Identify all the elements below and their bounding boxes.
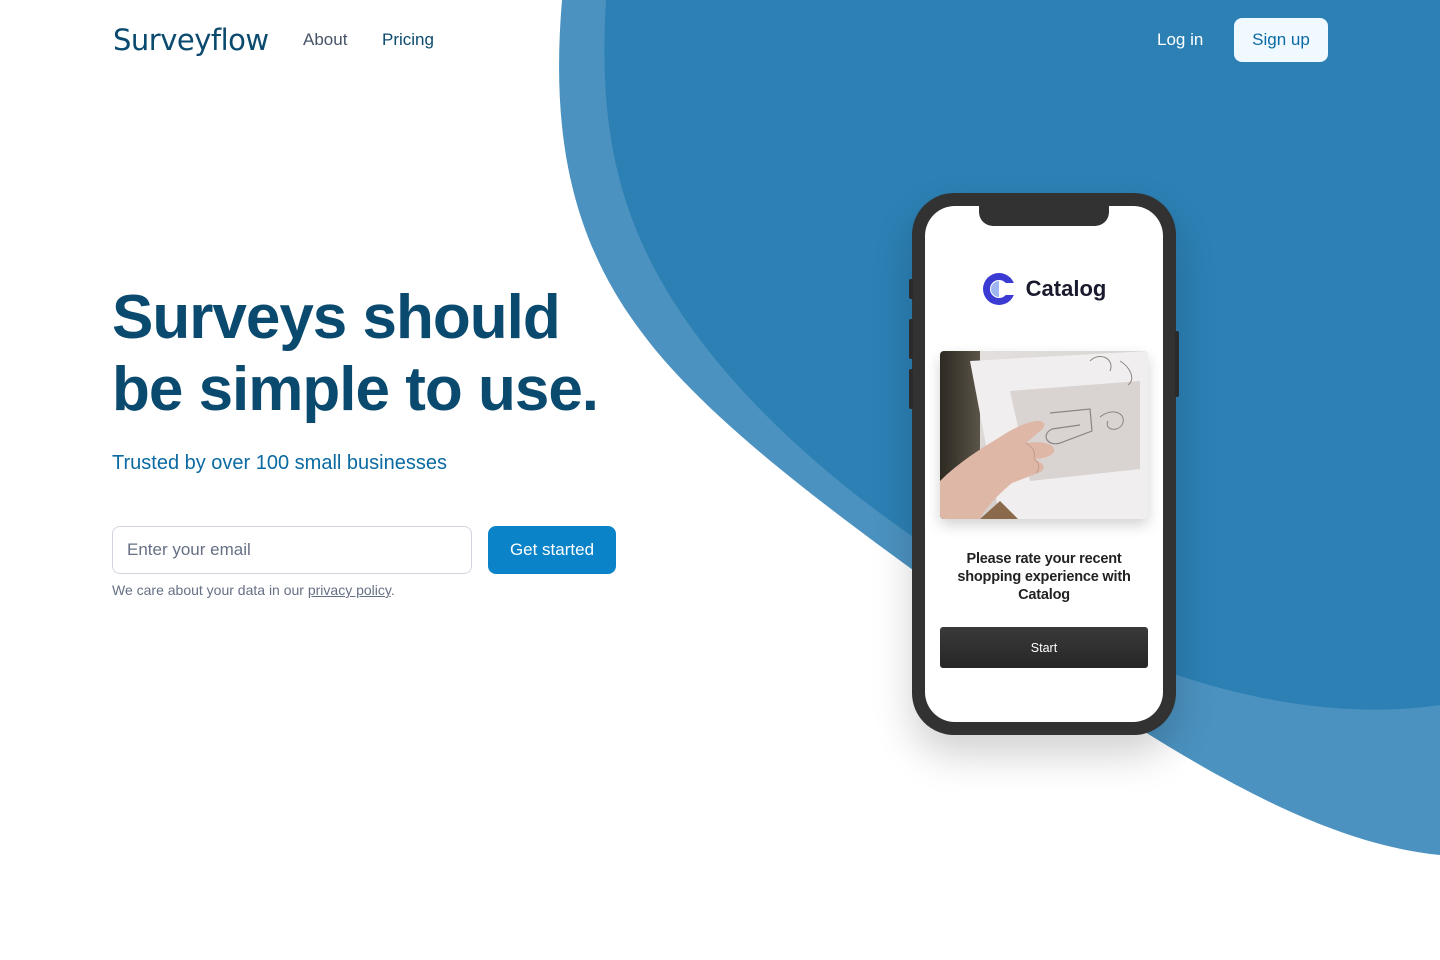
phone-side-button-power <box>1175 331 1179 397</box>
hero-title-line-2: be simple to use. <box>112 355 599 424</box>
hero-background-blob <box>559 0 1440 855</box>
survey-brand: Catalog <box>925 272 1163 306</box>
phone-side-button-volume-up <box>909 319 913 359</box>
privacy-note: We care about your data in our privacy p… <box>112 582 395 598</box>
hero-title-line-1: Surveys should <box>112 283 561 352</box>
site-header: Surveyflow About Pricing Log in Sign up <box>0 0 1440 80</box>
signup-button[interactable]: Sign up <box>1234 18 1328 62</box>
hero-subtitle: Trusted by over 100 small businesses <box>112 452 447 474</box>
catalog-logo-icon <box>982 273 1016 305</box>
nav-link-about[interactable]: About <box>303 30 347 50</box>
phone-side-button-silent <box>909 279 913 299</box>
get-started-button[interactable]: Get started <box>488 526 616 574</box>
survey-question: Please rate your recent shopping experie… <box>957 551 1131 603</box>
survey-start-button[interactable]: Start <box>940 627 1148 668</box>
privacy-note-prefix: We care about your data in our <box>112 582 308 598</box>
landing-page: Surveyflow About Pricing Log in Sign up … <box>0 0 1440 960</box>
privacy-policy-link[interactable]: privacy policy <box>308 582 391 598</box>
login-link[interactable]: Log in <box>1157 30 1203 50</box>
phone-notch <box>979 206 1109 226</box>
survey-brand-name: Catalog <box>1025 276 1107 301</box>
phone-mockup: Catalog Please rate your recent shopping… <box>909 193 1179 735</box>
privacy-note-suffix: . <box>390 582 395 598</box>
phone-screen: Catalog Please rate your recent shopping… <box>925 206 1163 722</box>
email-input[interactable] <box>112 526 472 574</box>
hero-title: Surveys should be simple to use. <box>112 282 652 426</box>
phone-side-button-volume-down <box>909 369 913 409</box>
hand-on-sketchbook-photo <box>940 351 1148 519</box>
nav-link-pricing[interactable]: Pricing <box>382 30 434 50</box>
surveyflow-logo[interactable]: Surveyflow <box>113 22 269 58</box>
